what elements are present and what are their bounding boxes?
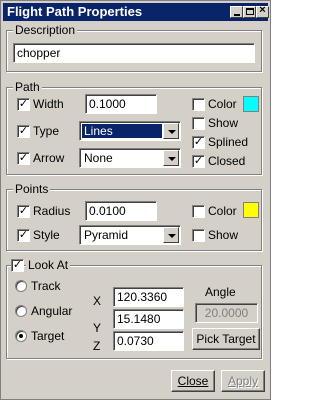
points-group: Points ✓ Radius 0.0100 ✓ Style Pyramid C… <box>6 182 262 251</box>
path-show-checkbox[interactable] <box>192 117 205 130</box>
path-width-label: Width <box>33 97 64 111</box>
checkmark-icon: ✓ <box>12 259 23 271</box>
checkmark-icon: ✓ <box>193 155 204 167</box>
checkmark-icon: ✓ <box>193 136 204 148</box>
path-type-select[interactable]: Lines <box>79 121 181 141</box>
chevron-down-icon <box>168 157 176 161</box>
path-type-label: Type <box>33 124 60 138</box>
target-y-input[interactable]: 15.1480 <box>113 309 184 329</box>
radio-selected-dot <box>19 334 23 338</box>
points-style-dropdown-button[interactable] <box>163 227 179 243</box>
angular-label: Angular <box>31 304 73 318</box>
path-arrow-label: Arrow <box>33 151 65 165</box>
chevron-down-icon <box>168 130 176 134</box>
path-legend: Path <box>13 80 42 94</box>
apply-button-label: Apply <box>227 374 259 388</box>
z-axis-label: Z <box>93 339 101 353</box>
look-at-group: ✓ Look At Track Angular Target X Y Z 120… <box>6 258 262 359</box>
target-label: Target <box>31 329 65 343</box>
path-color-checkbox[interactable] <box>192 98 205 111</box>
path-width-checkbox[interactable]: ✓ <box>17 98 30 111</box>
description-legend: Description <box>13 23 78 37</box>
points-radius-input[interactable]: 0.0100 <box>85 201 157 221</box>
points-style-label: Style <box>33 228 60 242</box>
points-show-checkbox[interactable] <box>192 229 205 242</box>
checkmark-icon: ✓ <box>18 152 29 164</box>
target-radio[interactable] <box>15 330 27 342</box>
path-arrow-value: None <box>84 151 113 165</box>
points-style-select[interactable]: Pyramid <box>79 225 181 245</box>
path-group: Path ✓ Width 0.1000 ✓ Type Lines ✓ Arrow… <box>6 80 262 175</box>
points-style-checkbox[interactable]: ✓ <box>17 229 30 242</box>
points-style-value: Pyramid <box>84 228 129 242</box>
title-bar[interactable]: Flight Path Properties × <box>3 3 269 21</box>
look-at-checkbox[interactable]: ✓ <box>11 259 24 272</box>
path-type-dropdown-button[interactable] <box>163 123 179 139</box>
maximize-icon <box>246 8 254 15</box>
checkmark-icon: ✓ <box>18 229 29 241</box>
description-input[interactable]: chopper <box>13 43 255 63</box>
points-legend: Points <box>13 182 51 196</box>
points-radius-label: Radius <box>33 204 71 218</box>
checkmark-icon: ✓ <box>18 98 29 110</box>
path-color-swatch[interactable] <box>243 96 259 112</box>
path-show-label: Show <box>208 116 239 130</box>
target-z-input[interactable]: 0.0730 <box>113 331 184 351</box>
minimize-icon <box>234 14 240 16</box>
maximize-button[interactable] <box>243 6 256 18</box>
track-label: Track <box>31 279 61 293</box>
path-width-input[interactable]: 0.1000 <box>85 94 157 114</box>
close-button[interactable]: Close <box>171 370 215 392</box>
path-splined-checkbox[interactable]: ✓ <box>192 136 205 149</box>
points-color-swatch[interactable] <box>243 202 259 218</box>
path-arrow-checkbox[interactable]: ✓ <box>17 152 30 165</box>
target-x-input[interactable]: 120.3360 <box>113 287 184 307</box>
path-type-value: Lines <box>81 123 163 139</box>
points-color-checkbox[interactable] <box>192 205 205 218</box>
chevron-down-icon <box>168 234 176 238</box>
checkmark-icon: ✓ <box>18 125 29 137</box>
x-axis-label: X <box>93 294 102 308</box>
y-axis-label: Y <box>93 321 102 335</box>
angular-radio[interactable] <box>15 305 27 317</box>
minimize-button[interactable] <box>230 6 243 18</box>
path-closed-label: Closed <box>208 154 246 168</box>
close-icon: × <box>259 4 266 16</box>
angle-label: Angle <box>205 285 236 299</box>
description-group: Description chopper <box>6 23 262 72</box>
path-arrow-select[interactable]: None <box>79 148 181 168</box>
points-radius-checkbox[interactable]: ✓ <box>17 205 30 218</box>
path-closed-checkbox[interactable]: ✓ <box>192 155 205 168</box>
track-radio[interactable] <box>15 280 27 292</box>
path-splined-label: Splined <box>208 135 249 149</box>
points-show-label: Show <box>208 228 239 242</box>
points-color-label: Color <box>208 204 237 218</box>
angle-input[interactable]: 20.0000 <box>195 303 258 323</box>
path-type-checkbox[interactable]: ✓ <box>17 125 30 138</box>
pick-target-button[interactable]: Pick Target <box>192 328 260 350</box>
flight-path-properties-dialog: Flight Path Properties × Description cho… <box>0 0 271 400</box>
path-color-label: Color <box>208 97 237 111</box>
close-window-button[interactable]: × <box>256 4 269 18</box>
checkmark-icon: ✓ <box>18 205 29 217</box>
path-arrow-dropdown-button[interactable] <box>163 150 179 166</box>
close-button-label: Close <box>177 374 209 388</box>
apply-button[interactable]: Apply <box>221 370 265 392</box>
look-at-legend: Look At <box>26 258 71 272</box>
window-title: Flight Path Properties <box>7 4 143 19</box>
